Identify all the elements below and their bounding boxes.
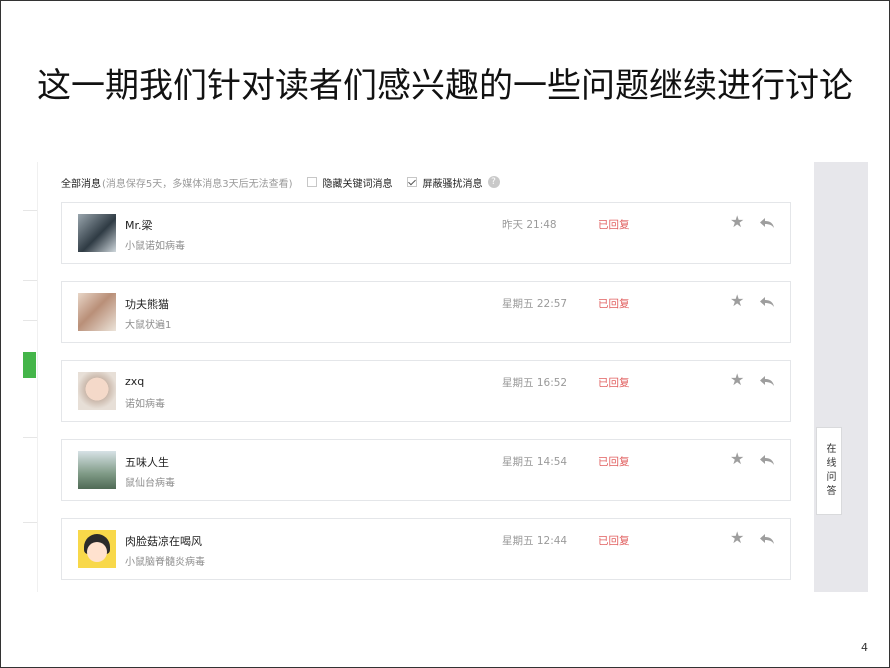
sender-name[interactable]: zxq <box>125 375 144 388</box>
reply-status: 已回复 <box>598 456 630 468</box>
avatar[interactable] <box>78 293 116 331</box>
nav-divider <box>23 210 37 211</box>
star-icon[interactable]: ★ <box>730 451 744 467</box>
all-messages-label[interactable]: 全部消息 <box>61 175 101 190</box>
left-nav-strip <box>23 162 38 592</box>
sender-name[interactable]: 五味人生 <box>125 454 169 470</box>
block-spam-label[interactable]: 屏蔽骚扰消息 <box>423 175 483 190</box>
reply-status: 已回复 <box>598 298 630 310</box>
online-qa-label: 在线问答 <box>824 443 835 499</box>
message-row[interactable]: Mr.梁 小鼠诺如病毒 昨天 21:48 已回复 ★ <box>61 202 791 264</box>
message-preview: 小鼠脑脊髓炎病毒 <box>125 557 205 568</box>
star-icon[interactable]: ★ <box>730 293 744 309</box>
message-time: 星期五 14:54 <box>502 456 568 468</box>
avatar[interactable] <box>78 530 116 568</box>
message-preview: 小鼠诺如病毒 <box>125 241 185 252</box>
right-side-panel <box>814 162 868 592</box>
reply-icon[interactable] <box>759 217 775 229</box>
hide-keyword-label[interactable]: 隐藏关键词消息 <box>323 175 393 190</box>
reply-icon[interactable] <box>759 296 775 308</box>
message-time: 星期五 16:52 <box>502 377 568 389</box>
hide-keyword-checkbox[interactable] <box>306 177 317 187</box>
online-qa-button[interactable]: 在线问答 <box>816 427 842 515</box>
message-row[interactable]: 五味人生 鼠仙台病毒 星期五 14:54 已回复 ★ <box>61 439 791 501</box>
question-circle-icon[interactable]: ? <box>487 176 500 188</box>
reply-status: 已回复 <box>598 219 630 231</box>
message-preview: 大鼠状遍1 <box>125 320 172 331</box>
slide-title: 这一期我们针对读者们感兴趣的一些问题继续进行讨论 <box>37 66 853 106</box>
star-icon[interactable]: ★ <box>730 214 744 230</box>
nav-divider <box>23 522 37 523</box>
avatar-face <box>87 542 107 562</box>
message-filter-bar: 全部消息 (消息保存5天，多媒体消息3天后无法查看) 隐藏关键词消息 屏蔽骚扰消… <box>61 174 500 190</box>
reply-status: 已回复 <box>598 377 630 389</box>
message-row[interactable]: 肉脸菇凉在喝风 小鼠脑脊髓炎病毒 星期五 12:44 已回复 ★ <box>61 518 791 580</box>
message-time: 星期五 22:57 <box>502 298 568 310</box>
block-spam-checkbox[interactable] <box>406 177 417 187</box>
reply-icon[interactable] <box>759 533 775 545</box>
message-preview: 鼠仙台病毒 <box>125 478 175 489</box>
sender-name[interactable]: Mr.梁 <box>125 217 153 233</box>
avatar[interactable] <box>78 372 116 410</box>
sender-name[interactable]: 肉脸菇凉在喝风 <box>125 533 202 549</box>
nav-divider <box>23 280 37 281</box>
nav-divider <box>23 320 37 321</box>
reply-status: 已回复 <box>598 535 630 547</box>
reply-icon[interactable] <box>759 454 775 466</box>
avatar[interactable] <box>78 451 116 489</box>
retention-note: (消息保存5天，多媒体消息3天后无法查看) <box>102 178 293 190</box>
page-number: 4 <box>861 641 868 654</box>
sender-name[interactable]: 功夫熊猫 <box>125 296 169 312</box>
avatar[interactable] <box>78 214 116 252</box>
message-time: 昨天 21:48 <box>502 219 557 231</box>
message-manager-screenshot: 全部消息 (消息保存5天，多媒体消息3天后无法查看) 隐藏关键词消息 屏蔽骚扰消… <box>23 162 868 592</box>
message-row[interactable]: zxq 诺如病毒 星期五 16:52 已回复 ★ <box>61 360 791 422</box>
message-row[interactable]: 功夫熊猫 大鼠状遍1 星期五 22:57 已回复 ★ <box>61 281 791 343</box>
nav-divider <box>23 437 37 438</box>
star-icon[interactable]: ★ <box>730 372 744 388</box>
star-icon[interactable]: ★ <box>730 530 744 546</box>
message-preview: 诺如病毒 <box>125 399 165 410</box>
message-time: 星期五 12:44 <box>502 535 568 547</box>
active-nav-indicator[interactable] <box>23 352 36 378</box>
message-list: Mr.梁 小鼠诺如病毒 昨天 21:48 已回复 ★ 功夫熊猫 大鼠状遍1 星期… <box>61 202 791 592</box>
reply-icon[interactable] <box>759 375 775 387</box>
